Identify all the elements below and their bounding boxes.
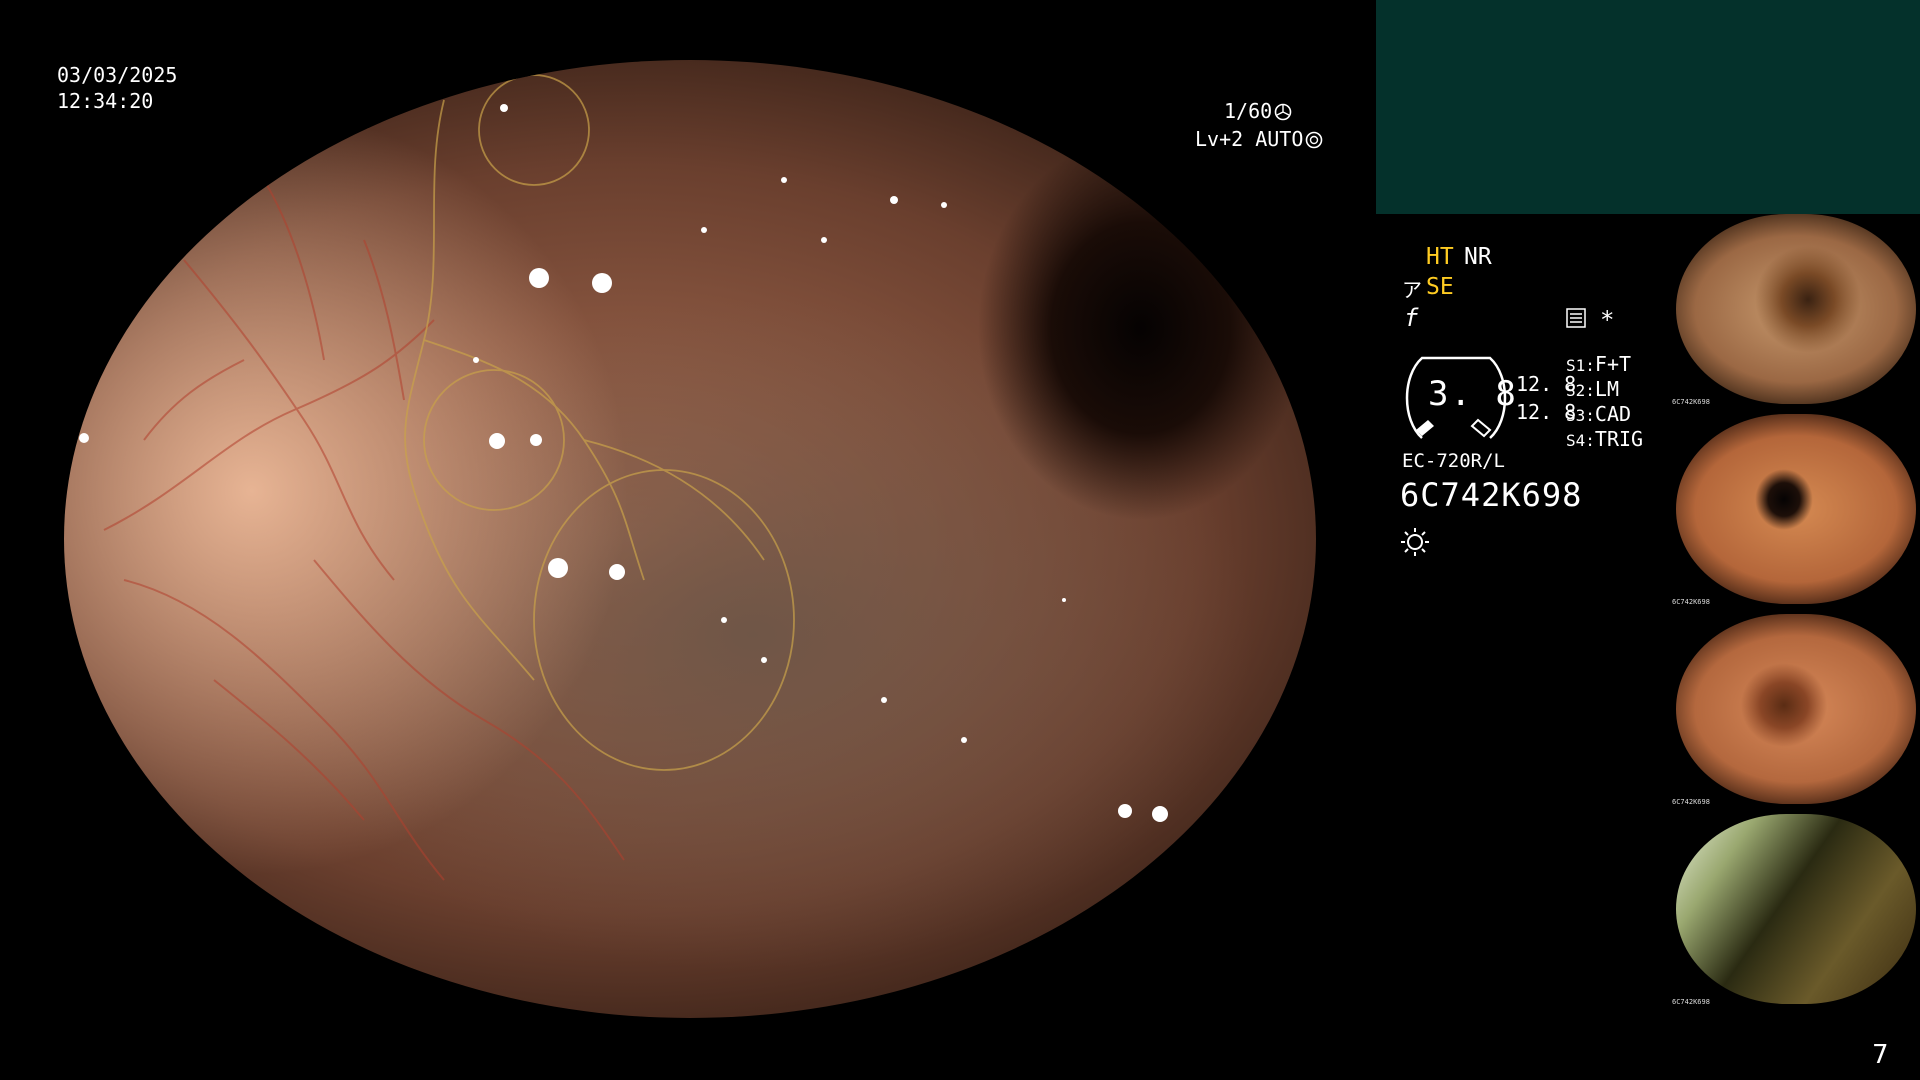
thumbnail[interactable]: 6C742K698 bbox=[1672, 414, 1920, 606]
shutter-value: 1/60 bbox=[1224, 99, 1273, 123]
time-readout: 12:34:20 bbox=[57, 89, 154, 113]
dial-value: 3. 8 bbox=[1428, 374, 1518, 414]
processor-info-panel: HT NR ア SE f * 3. 8 12. 8 12. 8 S1:F+T S… bbox=[1376, 214, 1676, 614]
setting-s3-value: CAD bbox=[1594, 402, 1632, 426]
thumbnail[interactable]: 6C742K698 bbox=[1672, 814, 1920, 1006]
setting-s1-value: F+T bbox=[1594, 352, 1632, 376]
thumbnail-serial: 6C742K698 bbox=[1672, 398, 1710, 406]
page-number: 7 bbox=[1872, 1040, 1889, 1070]
setting-s3: S3:CAD bbox=[1566, 402, 1631, 426]
date-readout: 03/03/2025 bbox=[57, 63, 178, 87]
setting-s2-key: S2: bbox=[1566, 381, 1595, 400]
setting-s4: S4:TRIG bbox=[1566, 427, 1643, 451]
scope-model: EC-720R/L bbox=[1402, 450, 1505, 472]
light-reflections bbox=[79, 104, 1168, 822]
level-readout: Lv+2 AUTO bbox=[1195, 126, 1323, 152]
thumbnail-image bbox=[1676, 414, 1916, 604]
se-indicator: SE bbox=[1426, 274, 1454, 300]
setting-s2-value: LM bbox=[1594, 377, 1619, 401]
endoscopy-image bbox=[64, 60, 1316, 1018]
status-block bbox=[1376, 0, 1920, 214]
nr-indicator: NR bbox=[1464, 244, 1492, 270]
setting-s3-key: S3: bbox=[1566, 406, 1595, 425]
shutter-readout: 1/60 bbox=[1224, 98, 1292, 124]
shutter-icon bbox=[1274, 103, 1292, 121]
thumbnail[interactable]: 6C742K698 bbox=[1672, 214, 1920, 406]
thumbnail-serial: 6C742K698 bbox=[1672, 998, 1710, 1006]
star-icon: * bbox=[1600, 306, 1615, 334]
ht-indicator: HT bbox=[1426, 244, 1454, 270]
menu-icon bbox=[1566, 308, 1586, 328]
setting-s4-value: TRIG bbox=[1594, 427, 1644, 451]
setting-s4-key: S4: bbox=[1566, 431, 1595, 450]
thumbnail-serial: 6C742K698 bbox=[1672, 598, 1710, 606]
light-icon bbox=[1401, 528, 1429, 556]
mucosa-vessel-pattern bbox=[79, 74, 1168, 881]
scope-serial: 6C742K698 bbox=[1400, 476, 1583, 514]
thumbnail-image bbox=[1676, 814, 1916, 1004]
setting-s1: S1:F+T bbox=[1566, 352, 1631, 376]
level-value: Lv+2 AUTO bbox=[1195, 127, 1304, 151]
auto-iris-icon bbox=[1306, 131, 1323, 149]
thumbnail-image bbox=[1676, 214, 1916, 404]
thumbnail-serial: 6C742K698 bbox=[1672, 798, 1710, 806]
thumbnail[interactable]: 6C742K698 bbox=[1672, 614, 1920, 806]
setting-s2: S2:LM bbox=[1566, 377, 1619, 401]
se-symbol: ア bbox=[1402, 278, 1422, 302]
thumbnail-image bbox=[1676, 614, 1916, 804]
capture-thumbnails: 6C742K698 6C742K698 6C742K698 6C742K698 bbox=[1672, 214, 1920, 1014]
f-symbol: f bbox=[1404, 304, 1419, 332]
setting-s1-key: S1: bbox=[1566, 356, 1595, 375]
